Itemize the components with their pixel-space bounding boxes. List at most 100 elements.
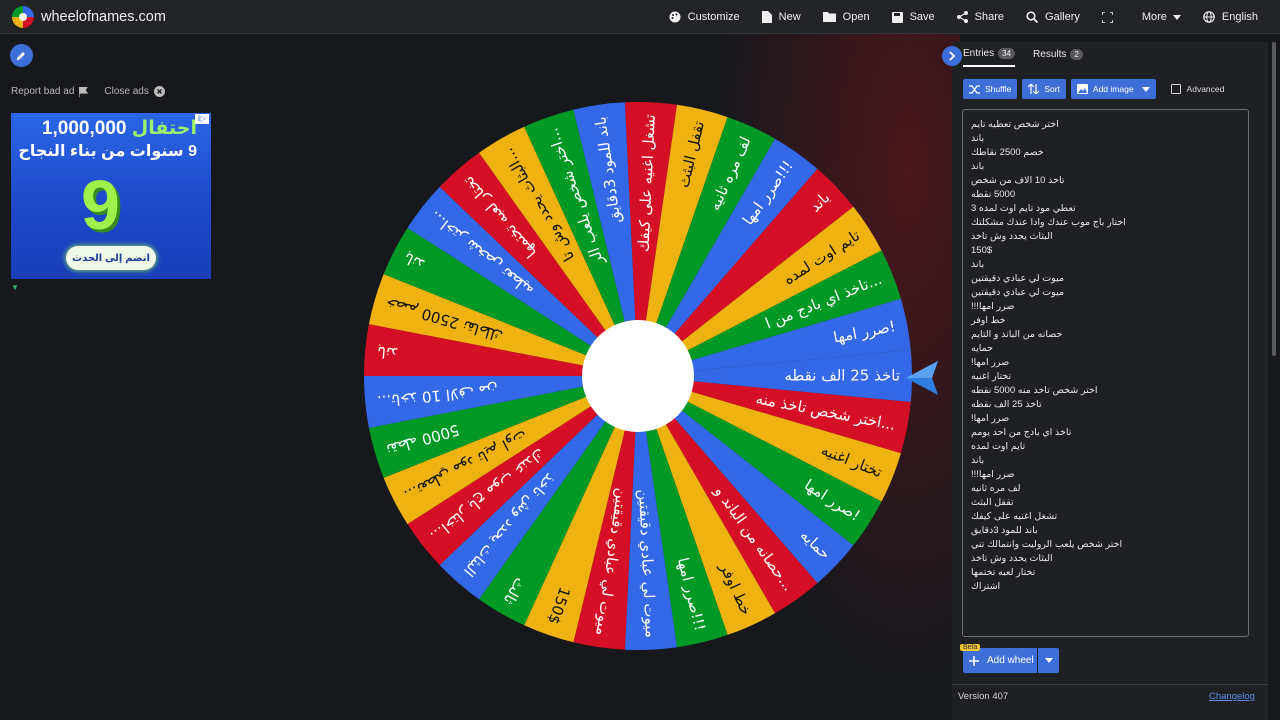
entry-line[interactable]: تشغل اغنيه على كيفك — [971, 510, 1240, 524]
entry-line[interactable]: صرر امها!!! — [971, 300, 1240, 314]
entry-line[interactable]: البثاث يحدد وش تاخذ — [971, 552, 1240, 566]
panel-divider — [952, 684, 1268, 685]
more-menu[interactable]: More — [1142, 11, 1181, 23]
close-ads-link[interactable]: Close ads — [104, 86, 165, 97]
beta-badge: Beta — [960, 644, 981, 651]
entry-line[interactable]: تاخذ اي بادج من احد يومم — [971, 426, 1240, 440]
changelog-link[interactable]: Changelog — [1209, 691, 1255, 702]
ad-info-icon[interactable]: i▷ — [195, 114, 209, 124]
site-name[interactable]: wheelofnames.com — [41, 9, 166, 25]
tab-results[interactable]: Results 2 — [1033, 49, 1083, 66]
edit-button[interactable] — [10, 44, 33, 67]
ad-cta-button[interactable]: انضم إلى الحدث — [66, 246, 156, 270]
entry-line[interactable]: اختر شخص تاخذ منه 5000 نقطه — [971, 384, 1240, 398]
ad-subheadline: 9 سنوات من بناء النجاح — [18, 143, 197, 160]
entries-textarea[interactable]: اختر شخص تعطيه تايم باند خصم 2500 نقاطك بان… — [962, 109, 1249, 637]
wheel-segment-label: تاخذ 25 الف نقطه — [784, 367, 900, 385]
advanced-checkbox[interactable]: Advanced — [1170, 84, 1224, 94]
new-label: New — [778, 11, 801, 23]
entry-line[interactable]: اختر شخص تعطيه تايم — [971, 118, 1240, 132]
top-bar: wheelofnames.com Customize New Open Save… — [0, 0, 1280, 34]
sort-button[interactable]: Sort — [1022, 79, 1066, 99]
shuffle-label: Shuffle — [985, 84, 1012, 94]
new-button[interactable]: New — [761, 11, 801, 23]
wheel-svg[interactable]: تاخذ 25 الف نقطهاختر شخص تاخذ منه...تختا… — [362, 100, 914, 652]
results-count-badge: 2 — [1070, 49, 1083, 60]
entry-line[interactable]: باند — [971, 132, 1240, 146]
gallery-label: Gallery — [1045, 11, 1080, 23]
add-wheel-group: Add wheel — [963, 648, 1059, 673]
ad-choices-icon[interactable]: ▼ — [11, 283, 19, 292]
new-file-icon — [761, 11, 772, 23]
wheel-center[interactable] — [582, 320, 694, 432]
entry-line[interactable]: حمايه — [971, 342, 1240, 356]
gallery-button[interactable]: Gallery — [1026, 11, 1080, 23]
entry-line[interactable]: تاخذ 25 الف نقطه — [971, 398, 1240, 412]
sort-label: Sort — [1044, 84, 1060, 94]
entry-line[interactable]: تختار اغنيه — [971, 370, 1240, 384]
add-image-label: Add image — [1092, 84, 1134, 94]
shuffle-button[interactable]: Shuffle — [963, 79, 1018, 99]
ad-controls: Report bad ad Close ads — [11, 86, 181, 97]
entry-line[interactable]: اشتراك — [971, 580, 1240, 594]
entry-line[interactable]: 5000 نقطه — [971, 188, 1240, 202]
entry-line[interactable]: حصانه من الباند و التايم — [971, 328, 1240, 342]
search-icon — [1026, 11, 1039, 23]
share-icon — [956, 11, 968, 23]
entry-line[interactable]: تايم اوت لمده — [971, 440, 1240, 454]
entry-line[interactable]: تاخذ 10 الاف من شخص — [971, 174, 1240, 188]
entry-line[interactable]: ميوت لي عبادي دقيقتين — [971, 286, 1240, 300]
chevron-right-icon — [948, 51, 955, 61]
add-wheel-dropdown[interactable] — [1038, 648, 1059, 673]
sort-icon — [1028, 84, 1040, 94]
advertisement[interactable]: احتفال 1,000,000 9 سنوات من بناء النجاح … — [11, 113, 211, 279]
entry-line[interactable]: تختار لعبه تختمها — [971, 566, 1240, 580]
entry-line[interactable]: باند — [971, 160, 1240, 174]
entry-line[interactable]: صرر امها!!! — [971, 468, 1240, 482]
entry-line[interactable]: خط اوفر — [971, 314, 1240, 328]
open-button[interactable]: Open — [822, 11, 870, 23]
entries-toolbar: Shuffle Sort Add image Advanced — [963, 79, 1224, 99]
plus-icon — [969, 655, 979, 666]
entry-line[interactable]: تقفل البثث — [971, 496, 1240, 510]
add-wheel-button[interactable]: Add wheel — [963, 648, 1037, 673]
entry-line[interactable]: باند — [971, 454, 1240, 468]
ad-big-number: 9 — [81, 166, 120, 244]
site-logo[interactable]: wheelofnames.com — [12, 5, 166, 28]
collapse-panel-button[interactable] — [942, 46, 962, 66]
close-ads-label: Close ads — [104, 86, 149, 97]
entry-line[interactable]: صرر امها! — [971, 412, 1240, 426]
save-button[interactable]: Save — [891, 11, 935, 23]
wheel[interactable]: تاخذ 25 الف نقطه اختر شخص تاخذ منه... تختا… — [362, 100, 914, 652]
close-circle-icon — [153, 86, 165, 97]
customize-button[interactable]: Customize — [669, 11, 740, 23]
tab-entries[interactable]: Entries 34 — [963, 48, 1016, 67]
entry-line[interactable]: خصم 2500 نقاطك — [971, 146, 1240, 160]
page-scrollbar[interactable] — [1272, 42, 1276, 356]
image-icon — [1076, 84, 1088, 94]
language-button[interactable]: English — [1203, 11, 1258, 23]
report-ad-link[interactable]: Report bad ad — [11, 86, 89, 97]
entry-line[interactable]: 150$ — [971, 244, 1240, 258]
entry-line[interactable]: البثاث يحدد وش تاخذ — [971, 230, 1240, 244]
save-label: Save — [909, 11, 935, 23]
add-image-button[interactable]: Add image — [1070, 79, 1156, 99]
entry-line[interactable]: باند للمود 3دقايق — [971, 524, 1240, 538]
advanced-checkbox-box[interactable] — [1170, 84, 1181, 94]
chevron-down-icon — [1172, 14, 1181, 20]
fullscreen-icon — [1101, 11, 1113, 23]
globe-icon — [1203, 11, 1215, 23]
share-label: Share — [974, 11, 1005, 23]
fullscreen-button[interactable] — [1101, 11, 1120, 23]
entry-line[interactable]: لف مره ثانيه — [971, 482, 1240, 496]
wheel-segment-label: باند — [376, 343, 398, 363]
entry-line[interactable]: اختار باج موب عندك وادا عندك مشكلتك — [971, 216, 1240, 230]
entry-line[interactable]: باند — [971, 258, 1240, 272]
share-button[interactable]: Share — [956, 11, 1005, 23]
entry-line[interactable]: اختر شخص يلعب الروليت وانتمالك تني — [971, 538, 1240, 552]
entry-line[interactable]: صرر امها! — [971, 356, 1240, 370]
entry-line[interactable]: تعطي مود تايم اوت لمده 3 — [971, 202, 1240, 216]
tab-results-label: Results — [1033, 49, 1067, 60]
entry-line[interactable]: ميوت لي عبادي دقيقتين — [971, 272, 1240, 286]
wheel-logo-icon — [12, 5, 34, 28]
